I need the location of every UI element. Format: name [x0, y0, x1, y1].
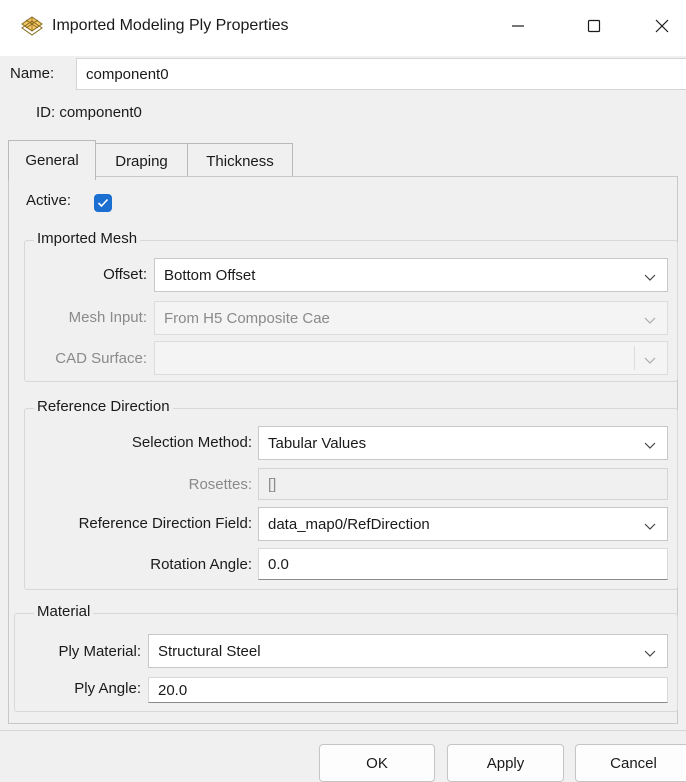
reference-direction-title: Reference Direction — [34, 398, 173, 415]
apply-button[interactable]: Apply — [447, 744, 564, 782]
rotation-angle-input[interactable]: 0.0 — [258, 548, 668, 580]
tab-thickness[interactable]: Thickness — [187, 143, 293, 180]
mesh-input-select[interactable]: From H5 Composite Cae — [154, 301, 668, 335]
reference-direction-field-value: data_map0/RefDirection — [268, 515, 430, 533]
imported-mesh-title: Imported Mesh — [34, 230, 141, 247]
minimize-button[interactable] — [494, 0, 542, 56]
chevron-down-icon — [643, 353, 657, 364]
material-title: Material — [34, 603, 94, 620]
cad-surface-label: CAD Surface: — [55, 350, 147, 367]
active-checkbox[interactable] — [94, 194, 112, 212]
combo-divider — [634, 346, 635, 370]
chevron-down-icon — [643, 438, 657, 449]
checkmark-icon — [97, 195, 109, 212]
ply-material-label: Ply Material: — [58, 643, 141, 660]
ply-stack-icon — [20, 15, 44, 39]
offset-select[interactable]: Bottom Offset — [154, 258, 668, 292]
ply-angle-label: Ply Angle: — [74, 680, 141, 697]
title-bar: Imported Modeling Ply Properties — [0, 0, 686, 56]
maximize-icon — [587, 19, 601, 37]
name-input[interactable]: component0 — [76, 58, 686, 90]
tab-thickness-label: Thickness — [206, 153, 274, 170]
name-label: Name: — [10, 65, 55, 82]
tab-general[interactable]: General — [8, 140, 96, 180]
minimize-icon — [511, 19, 525, 37]
selection-method-select[interactable]: Tabular Values — [258, 426, 668, 460]
active-label: Active: — [26, 192, 72, 209]
chevron-down-icon — [643, 646, 657, 657]
maximize-button[interactable] — [570, 0, 618, 56]
selection-method-value: Tabular Values — [268, 434, 367, 452]
footer-separator — [0, 730, 686, 731]
cad-surface-select[interactable] — [154, 341, 668, 375]
cancel-button[interactable]: Cancel — [575, 744, 686, 782]
close-icon — [655, 19, 669, 37]
chevron-down-icon — [643, 313, 657, 324]
rosettes-label: Rosettes: — [188, 476, 252, 493]
tab-draping-label: Draping — [115, 153, 168, 170]
ply-angle-input[interactable]: 20.0 — [148, 677, 668, 703]
ply-material-select[interactable]: Structural Steel — [148, 634, 668, 668]
selection-method-label: Selection Method: — [131, 434, 252, 451]
rosettes-field[interactable]: [] — [258, 468, 668, 500]
chevron-down-icon — [643, 270, 657, 281]
tab-general-label: General — [25, 152, 79, 169]
mesh-input-value: From H5 Composite Cae — [164, 309, 330, 327]
reference-direction-field-select[interactable]: data_map0/RefDirection — [258, 507, 668, 541]
ply-material-value: Structural Steel — [158, 642, 261, 660]
close-button[interactable] — [638, 0, 686, 56]
offset-label: Offset: — [103, 266, 147, 283]
rotation-angle-label: Rotation Angle: — [150, 556, 252, 573]
mesh-input-label: Mesh Input: — [68, 309, 147, 326]
reference-direction-field-label: Reference Direction Field: — [78, 515, 252, 532]
id-text: ID: component0 — [36, 104, 142, 121]
ok-button[interactable]: OK — [319, 744, 435, 782]
tab-draping[interactable]: Draping — [95, 143, 188, 180]
offset-value: Bottom Offset — [164, 266, 256, 284]
chevron-down-icon — [643, 519, 657, 530]
window-title: Imported Modeling Ply Properties — [52, 17, 289, 34]
